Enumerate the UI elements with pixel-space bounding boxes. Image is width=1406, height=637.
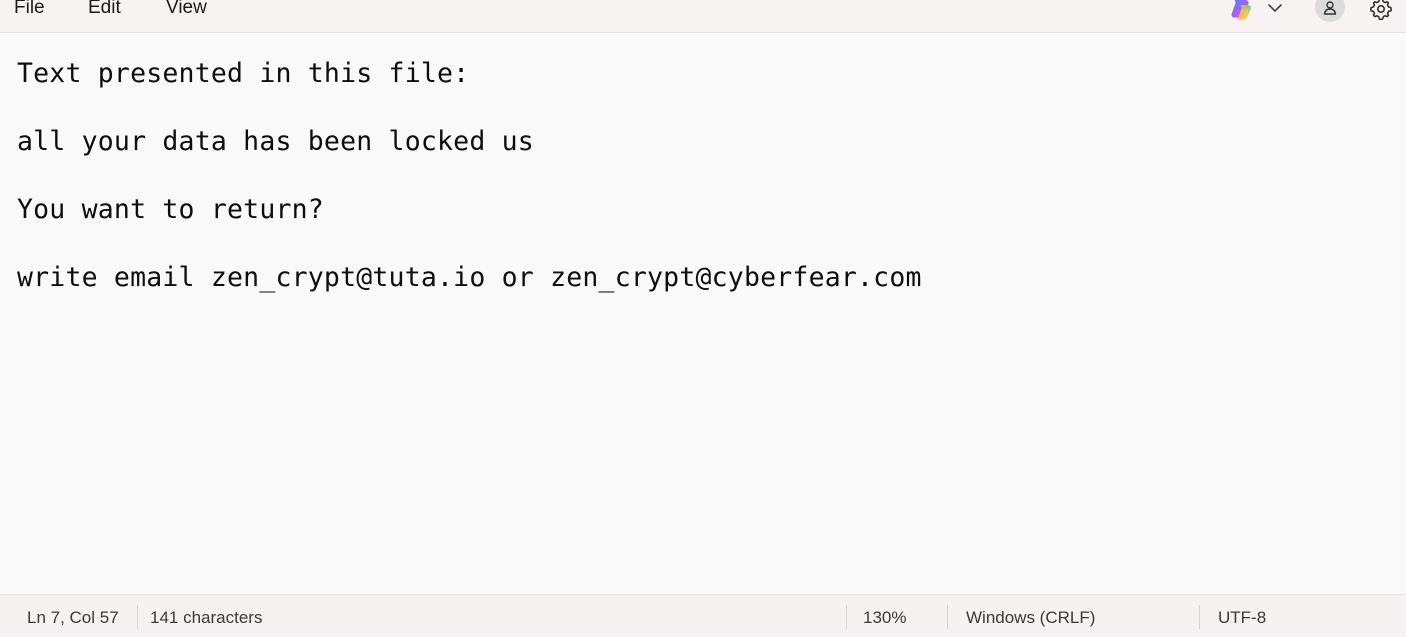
- menu-bar: File Edit View: [0, 0, 1406, 33]
- text-line-3: You want to return?: [17, 194, 324, 225]
- chevron-down-icon[interactable]: [1266, 0, 1284, 16]
- zoom-level[interactable]: 130%: [863, 608, 906, 628]
- text-line-2: all your data has been locked us: [17, 126, 534, 157]
- status-divider: [846, 605, 847, 629]
- text-editor-area[interactable]: Text presented in this file: all your da…: [0, 34, 1406, 593]
- character-count: 141 characters: [150, 608, 263, 627]
- account-button[interactable]: [1315, 0, 1345, 22]
- notepad-window: File Edit View Text presented in this fi…: [0, 0, 1406, 637]
- text-line-1: Text presented in this file:: [17, 58, 470, 89]
- menu-edit[interactable]: Edit: [84, 0, 125, 19]
- menu-file[interactable]: File: [10, 0, 49, 19]
- menu-view[interactable]: View: [162, 0, 211, 19]
- text-line-4: write email zen_crypt@tuta.io or zen_cry…: [17, 262, 922, 293]
- encoding[interactable]: UTF-8: [1218, 608, 1266, 628]
- gear-icon[interactable]: [1368, 0, 1394, 22]
- copilot-icon[interactable]: [1229, 0, 1255, 22]
- cursor-position: Ln 7, Col 57: [27, 608, 119, 627]
- status-divider: [947, 605, 948, 629]
- line-ending[interactable]: Windows (CRLF): [966, 608, 1095, 628]
- account-icon: [1323, 1, 1337, 15]
- status-bar: Ln 7, Col 57 141 characters 130% Windows…: [0, 594, 1406, 637]
- status-divider: [1199, 605, 1200, 629]
- status-divider: [137, 605, 138, 629]
